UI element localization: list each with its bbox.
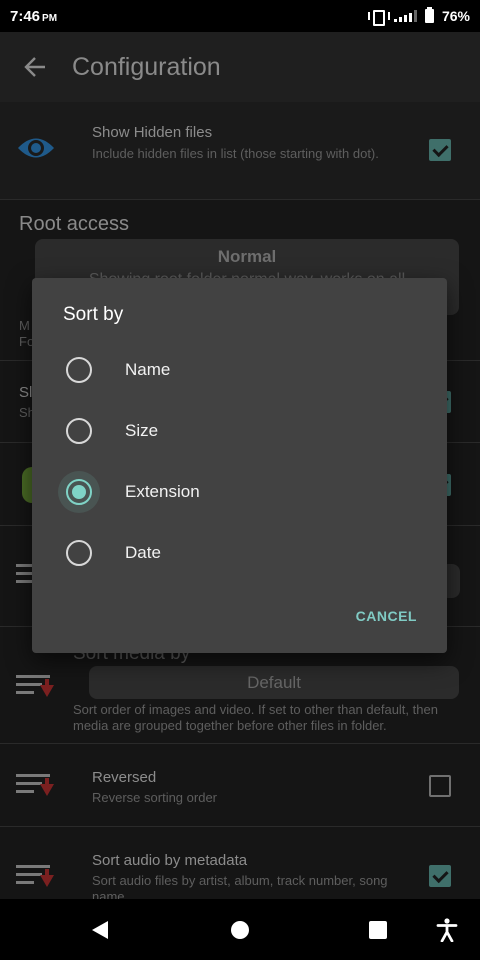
- accessibility-icon[interactable]: [436, 918, 458, 942]
- setting-title: Show Hidden files: [92, 124, 213, 141]
- nav-home-icon[interactable]: [231, 921, 249, 939]
- battery-percent: 76%: [441, 8, 470, 24]
- setting-subtitle: Include hidden files in list (those star…: [92, 146, 379, 161]
- setting-subtitle: Sort audio files by artist, album, track…: [92, 873, 388, 899]
- setting-show-hidden-files[interactable]: Show Hidden files Include hidden files i…: [0, 102, 480, 200]
- option-label: Extension: [125, 481, 200, 501]
- eye-icon: [18, 138, 54, 158]
- page-title: Configuration: [72, 52, 221, 81]
- setting-sort-audio[interactable]: Sort audio by metadata Sort audio files …: [0, 827, 480, 899]
- sort-option-date[interactable]: Date: [32, 522, 447, 583]
- radio-button[interactable]: [66, 356, 92, 383]
- sort-option-name[interactable]: Name: [32, 339, 447, 400]
- signal-icon: [393, 10, 417, 22]
- partial-text-m: M: [19, 318, 30, 333]
- system-nav-bar: [0, 899, 480, 960]
- battery-icon: [424, 7, 434, 23]
- status-icons: 76%: [367, 7, 470, 26]
- reversed-sort-icon: [16, 772, 56, 800]
- radio-button-selected[interactable]: [66, 478, 92, 505]
- back-arrow-icon[interactable]: [0, 32, 70, 102]
- show-hidden-checkbox[interactable]: [429, 139, 451, 161]
- sort-media-value: Default: [247, 673, 301, 692]
- back-arrow-svg: [24, 57, 45, 77]
- clock-time: 7:46: [10, 7, 41, 25]
- clock-ampm: PM: [42, 12, 58, 24]
- partial-text-sl: Sl: [19, 384, 33, 401]
- status-time: 7:46 PM: [10, 8, 57, 25]
- setting-title: Reversed: [92, 769, 157, 786]
- cancel-button[interactable]: CANCEL: [356, 608, 417, 624]
- option-label: Size: [125, 420, 159, 440]
- nav-back-icon[interactable]: [92, 921, 108, 939]
- sort-option-extension[interactable]: Extension: [32, 461, 447, 522]
- sort-by-dialog: Sort by Name Size Extension Date CANCEL: [32, 278, 447, 653]
- section-root-access: Root access: [19, 213, 130, 235]
- setting-reversed[interactable]: Reversed Reverse sorting order: [0, 744, 480, 827]
- sort-audio-checkbox[interactable]: [429, 865, 451, 887]
- radio-button[interactable]: [66, 539, 92, 566]
- sort-media-icon: [16, 673, 56, 701]
- dialog-title: Sort by: [63, 304, 124, 325]
- setting-subtitle: Reverse sorting order: [92, 790, 217, 805]
- vibrate-icon: [367, 9, 390, 26]
- sort-option-size[interactable]: Size: [32, 400, 447, 461]
- audio-sort-icon: [16, 863, 56, 891]
- radio-button[interactable]: [66, 417, 92, 444]
- nav-recents-icon[interactable]: [369, 921, 387, 939]
- option-label: Date: [125, 542, 161, 562]
- sort-media-subtitle: Sort order of images and video. If set t…: [73, 702, 438, 733]
- status-bar: 7:46 PM 76%: [0, 0, 480, 32]
- root-mode-value: Normal: [217, 247, 277, 266]
- reversed-checkbox[interactable]: [429, 775, 451, 797]
- option-label: Name: [125, 359, 171, 379]
- sort-media-selector[interactable]: Default: [89, 666, 459, 699]
- app-bar: Configuration: [0, 32, 480, 102]
- setting-title: Sort audio by metadata: [92, 852, 248, 869]
